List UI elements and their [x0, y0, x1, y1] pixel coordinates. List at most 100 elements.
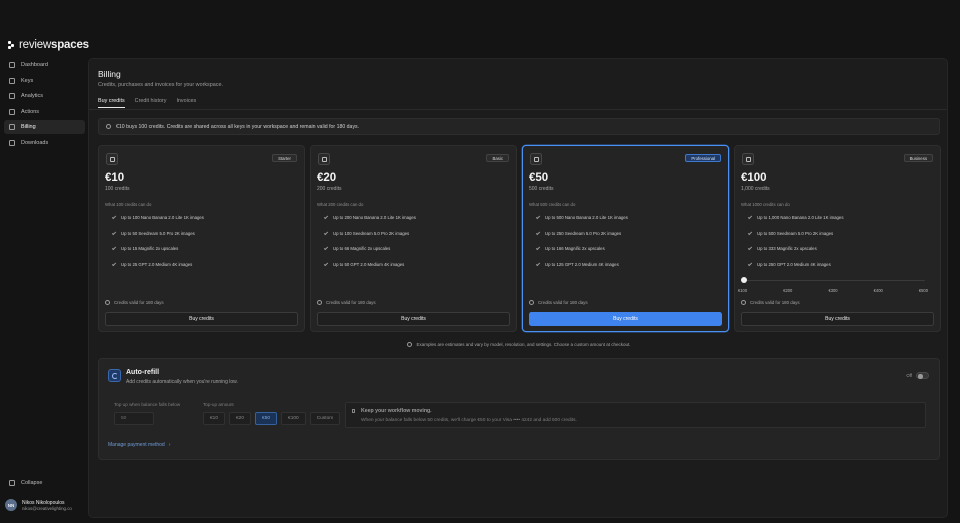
sidebar-collapse-icon — [9, 480, 15, 486]
app-root: reviewspaces Dashboard Keys Analytics Ac… — [0, 0, 960, 523]
sidebar-item-analytics[interactable]: Analytics — [4, 89, 85, 103]
feature-text: Up to 250 GPT 2.0 Medium 4K images — [757, 261, 831, 267]
sidebar-item-keys[interactable]: Keys — [4, 74, 85, 88]
check-icon — [111, 214, 117, 220]
check-icon — [747, 261, 753, 266]
download-icon — [9, 139, 15, 146]
logo-text-prefix: review — [19, 39, 52, 51]
sidebar-item-label: Keys — [21, 77, 34, 84]
plan-card-starter: Starter €10 100 credits What 100 credits… — [98, 145, 305, 332]
chevron-right-icon: › — [168, 442, 171, 448]
feature-item: Up to 333 Magnific 2x upscales — [747, 245, 843, 262]
feature-text: Up to 250 Seedream 5.0 Pro 2K images — [545, 230, 622, 236]
page-subtitle: Credits, purchases and invoices for your… — [98, 82, 223, 88]
user-name: Nikos Nikolopoulos — [22, 499, 65, 506]
check-icon — [747, 214, 753, 220]
buy-credits-button[interactable]: Buy credits — [529, 312, 722, 326]
plan-features: Up to 200 Nano Banana 2.0 Lite 1K images… — [323, 214, 416, 278]
coin-stack-icon — [742, 153, 754, 165]
feature-text: Up to 100 Nano Banana 2.0 Lite 1K images — [121, 215, 204, 220]
clock-icon — [105, 300, 110, 305]
plan-price: €10 — [105, 172, 125, 184]
feature-text: Up to 15 Magnific 2x upscales — [121, 246, 179, 251]
plan-card-basic: Basic €20 200 credits What 200 credits c… — [310, 145, 517, 332]
user-profile[interactable]: NN Nikos Nikolopoulos nikos@creativeligh… — [5, 499, 72, 511]
plan-features: Up to 1,000 Nano Banana 2.0 Lite 1K imag… — [747, 214, 844, 277]
refill-summary: Keep your workflow moving. When your bal… — [345, 402, 926, 428]
sidebar-item-label: Dashboard — [21, 62, 48, 68]
validity-text: Credits valid for 180 days — [750, 300, 800, 305]
chart-icon — [9, 93, 15, 100]
tab-bar: Buy credits Credit history Invoices — [98, 98, 196, 108]
feature-item: Up to 50 GPT 2.0 Medium 4K images — [323, 261, 416, 278]
plan-what-can: What 1000 credits can do — [741, 202, 790, 207]
plan-what-can: What 500 credits can do — [529, 202, 576, 207]
buy-credits-button[interactable]: Buy credits — [317, 312, 510, 326]
plan-credits: 100 credits — [105, 186, 130, 192]
refresh-icon — [108, 369, 121, 382]
coin-stack-icon — [530, 153, 542, 165]
threshold-input[interactable]: 50 — [114, 412, 154, 425]
grid-icon — [9, 62, 15, 68]
plan-validity: Credits valid for 180 days — [741, 300, 800, 305]
plan-features: Up to 500 Nano Banana 2.0 Lite 1K images… — [535, 214, 628, 277]
amount-slider[interactable] — [741, 277, 925, 284]
feature-text: Up to 125 GPT 2.0 Medium 4K images — [545, 261, 619, 267]
check-icon — [111, 230, 117, 235]
feature-text: Up to 25 GPT 2.0 Medium 4K images — [121, 261, 193, 267]
manage-payment-label: Manage payment method — [108, 442, 165, 448]
feature-text: Up to 500 Nano Banana 2.0 Lite 1K images — [545, 215, 628, 220]
clock-icon — [529, 300, 534, 305]
tab-invoices[interactable]: Invoices — [176, 98, 196, 108]
buy-credits-button[interactable]: Buy credits — [105, 312, 298, 326]
sidebar-nav: Dashboard Keys Analytics Actions Billing… — [4, 58, 85, 152]
validity-text: Credits valid for 180 days — [538, 300, 588, 305]
check-icon — [111, 261, 117, 266]
check-icon — [323, 261, 329, 266]
feature-text: Up to 1,000 Nano Banana 2.0 Lite 1K imag… — [757, 215, 844, 220]
sidebar-item-dashboard[interactable]: Dashboard — [4, 58, 85, 72]
logo-text-suffix: spaces — [51, 39, 89, 51]
amount-option-100[interactable]: €100 — [281, 412, 306, 425]
note-text: Examples are estimates and vary by model… — [416, 342, 631, 347]
slider-handle[interactable] — [741, 277, 747, 284]
main-panel: Billing Credits, purchases and invoices … — [88, 58, 948, 518]
key-icon — [9, 77, 15, 84]
auto-refill-toggle[interactable] — [916, 372, 929, 379]
page-title: Billing — [98, 69, 121, 79]
amount-option-10[interactable]: €10 — [203, 412, 226, 425]
check-icon — [323, 230, 329, 235]
collapse-label: Collapse — [21, 480, 43, 486]
auto-refill-panel: Auto-refill Add credits automatically wh… — [98, 358, 940, 460]
topup-amount-label: Top-up amount — [203, 402, 234, 407]
collapse-button[interactable]: Collapse — [9, 480, 42, 486]
feature-item: Up to 66 Magnific 2x upscales — [323, 245, 416, 262]
amount-option-20[interactable]: €20 — [229, 412, 252, 425]
info-text: €10 buys 100 credits. Credits are shared… — [116, 123, 360, 130]
manage-payment-link[interactable]: Manage payment method › — [108, 442, 170, 448]
lightning-icon — [352, 409, 355, 413]
check-icon — [535, 214, 541, 220]
sidebar-item-downloads[interactable]: Downloads — [4, 136, 85, 150]
tab-buy-credits[interactable]: Buy credits — [98, 98, 125, 108]
sidebar-item-actions[interactable]: Actions — [4, 105, 85, 119]
tab-credit-history[interactable]: Credit history — [135, 98, 167, 108]
slider-tick: €500 — [918, 288, 928, 293]
feature-text: Up to 66 Magnific 2x upscales — [333, 246, 391, 251]
estimate-note: Examples are estimates and vary by model… — [89, 342, 947, 347]
amount-option-custom[interactable]: Custom — [309, 412, 341, 425]
plan-badge: Business — [903, 154, 933, 162]
amount-option-50[interactable]: €50 — [255, 412, 278, 425]
info-icon — [407, 342, 413, 347]
plan-price: €50 — [529, 172, 549, 184]
feature-item: Up to 15 Magnific 2x upscales — [111, 245, 204, 262]
sidebar-item-label: Billing — [21, 124, 36, 131]
tab-divider — [89, 109, 947, 110]
feature-text: Up to 500 Seedream 5.0 Pro 2K images — [757, 230, 834, 236]
buy-credits-button[interactable]: Buy credits — [741, 312, 934, 326]
feature-item: Up to 100 Seedream 5.0 Pro 2K images — [323, 230, 416, 247]
feature-item: Up to 166 Magnific 2x upscales — [535, 245, 628, 262]
plan-validity: Credits valid for 180 days — [529, 300, 588, 305]
sidebar-item-label: Downloads — [21, 139, 49, 146]
sidebar-item-billing[interactable]: Billing — [4, 120, 85, 135]
